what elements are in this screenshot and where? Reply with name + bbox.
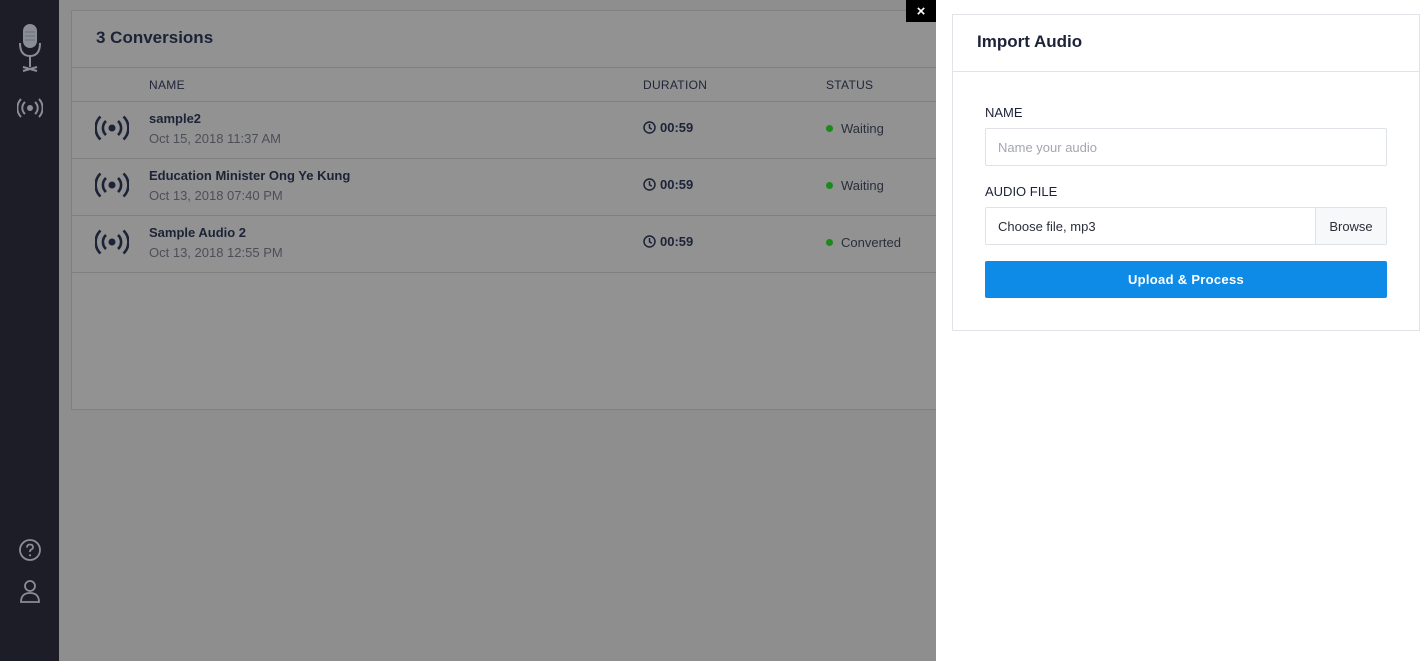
close-icon[interactable]: × <box>906 0 936 22</box>
status-dot <box>826 125 833 132</box>
duration: 00:59 <box>643 120 693 135</box>
conversion-date: Oct 15, 2018 11:37 AM <box>149 131 282 146</box>
file-choose-field[interactable]: Choose file, mp3 <box>986 208 1315 244</box>
table-row[interactable]: sample2 Oct 15, 2018 11:37 AM 00:59 Wait… <box>72 102 950 159</box>
clock-icon <box>643 235 656 248</box>
status-text: Waiting <box>841 121 884 136</box>
conversion-date: Oct 13, 2018 07:40 PM <box>149 188 283 203</box>
conversion-date: Oct 13, 2018 12:55 PM <box>149 245 283 260</box>
clock-icon <box>643 121 656 134</box>
duration-value: 00:59 <box>660 120 694 135</box>
conversions-card: 3 Conversions NAME DURATION STATUS sampl… <box>71 10 951 410</box>
browse-button[interactable]: Browse <box>1315 208 1386 244</box>
audio-file-label: AUDIO FILE <box>985 184 1058 199</box>
conversion-name: Education Minister Ong Ye Kung <box>149 168 351 183</box>
status-badge: Waiting <box>826 178 884 193</box>
conversion-name: Sample Audio 2 <box>149 225 247 240</box>
status-text: Converted <box>841 235 901 250</box>
microphone-icon[interactable] <box>0 22 59 74</box>
audio-name-input[interactable] <box>985 128 1387 166</box>
duration-value: 00:59 <box>660 177 694 192</box>
status-text: Waiting <box>841 178 884 193</box>
status-dot <box>826 239 833 246</box>
page-title: 3 Conversions <box>96 28 214 47</box>
column-header-name[interactable]: NAME <box>149 78 185 92</box>
table-row[interactable]: Education Minister Ong Ye Kung Oct 13, 2… <box>72 159 950 216</box>
status-badge: Converted <box>826 235 901 250</box>
upload-process-button[interactable]: Upload & Process <box>985 261 1387 298</box>
main-content: 3 Conversions NAME DURATION STATUS sampl… <box>59 0 951 661</box>
column-header-duration[interactable]: DURATION <box>643 78 707 92</box>
audio-file-picker[interactable]: Choose file, mp3 Browse <box>985 207 1387 245</box>
table-row[interactable]: Sample Audio 2 Oct 13, 2018 12:55 PM 00:… <box>72 216 950 273</box>
duration-value: 00:59 <box>660 234 694 249</box>
table-header: NAME DURATION STATUS <box>72 67 950 102</box>
import-audio-form: Import Audio NAME AUDIO FILE Choose file… <box>952 14 1420 331</box>
import-panel: Import Audio NAME AUDIO FILE Choose file… <box>936 0 1428 661</box>
user-icon[interactable] <box>0 578 59 604</box>
broadcast-icon <box>94 229 130 260</box>
broadcast-icon[interactable] <box>0 96 59 120</box>
column-header-status[interactable]: STATUS <box>826 78 873 92</box>
panel-title: Import Audio <box>953 15 1419 72</box>
status-dot <box>826 182 833 189</box>
sidebar <box>0 0 59 661</box>
help-circle-icon[interactable] <box>0 537 59 563</box>
duration: 00:59 <box>643 177 693 192</box>
duration: 00:59 <box>643 234 693 249</box>
broadcast-icon <box>94 172 130 203</box>
name-label: NAME <box>985 105 1023 120</box>
status-badge: Waiting <box>826 121 884 136</box>
conversion-name: sample2 <box>149 111 202 126</box>
clock-icon <box>643 178 656 191</box>
broadcast-icon <box>94 115 130 146</box>
